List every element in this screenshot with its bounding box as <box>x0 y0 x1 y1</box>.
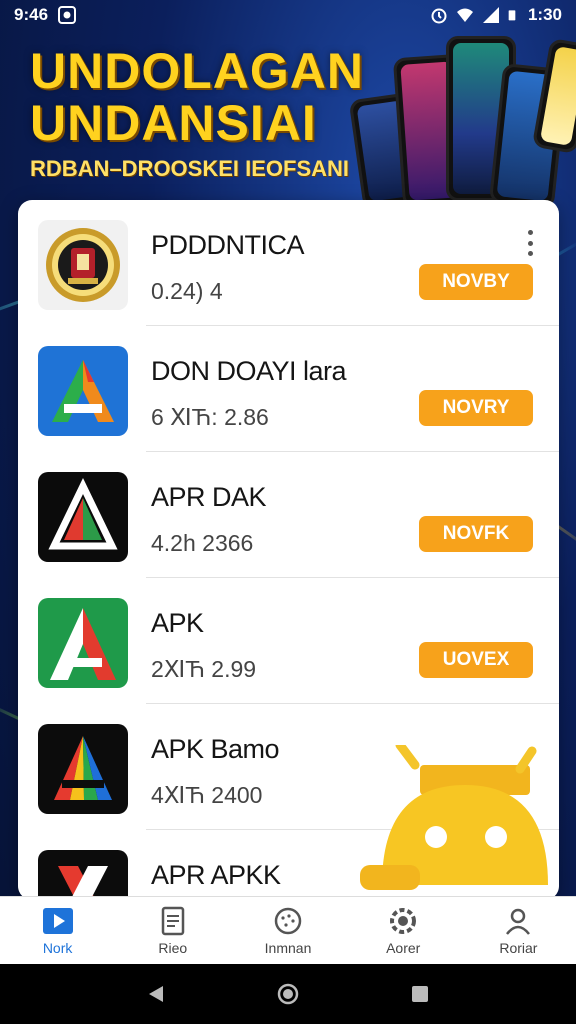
recents-icon[interactable] <box>409 983 431 1005</box>
android-mascot-icon <box>360 745 548 890</box>
app-row[interactable]: APK 2ⅪЋ 2.99 UOVEX <box>18 578 559 704</box>
nav-label: Nork <box>42 939 73 956</box>
app-name: DON DOAYI lara <box>151 356 347 386</box>
more-options-icon[interactable] <box>525 230 535 256</box>
bottom-navigation: Nork Rieo Inmnan Aorer Roriar <box>0 896 576 964</box>
multicolor-a-icon <box>38 346 128 436</box>
nav-label: Roriar <box>499 939 538 956</box>
app-row[interactable]: DON DOAYI lara 6 ⅪЋ: 2.86 NOVRY <box>18 326 559 452</box>
app-name: APK <box>151 608 204 638</box>
hero-title-line2: UNDANSIAI <box>30 95 317 151</box>
black-a-icon <box>38 472 128 562</box>
person-icon <box>506 908 531 935</box>
install-button[interactable]: UOVEX <box>419 642 533 678</box>
signal-icon <box>482 7 499 23</box>
app-meta: 4.2h 2366 <box>151 530 254 556</box>
play-store-icon <box>42 907 73 934</box>
hero-title-line1: UNDOLAGAN <box>30 43 364 99</box>
alarm-icon <box>431 8 447 24</box>
nav-item-profile[interactable]: Roriar <box>461 897 576 964</box>
app-name: APR DAK <box>151 482 267 512</box>
app-meta: 6 ⅪЋ: 2.86 <box>151 404 269 430</box>
document-icon <box>161 906 185 935</box>
battery-icon <box>508 10 516 21</box>
install-button[interactable]: NOVRY <box>419 390 533 426</box>
nav-item-settings[interactable]: Aorer <box>346 897 461 964</box>
system-navigation-bar <box>0 964 576 1024</box>
dotted-circle-icon <box>274 907 302 934</box>
status-right-time: 1:30 <box>527 5 562 24</box>
status-bar: 9:46 1:30 <box>0 0 576 30</box>
install-button[interactable]: NOVBY <box>419 264 533 300</box>
home-icon[interactable] <box>277 983 299 1005</box>
app-name: APR APKK <box>151 860 281 890</box>
app-row[interactable]: APR DAK 4.2h 2366 NOVFK <box>18 452 559 578</box>
green-red-a-icon <box>38 598 128 688</box>
nav-item-explore[interactable]: Inmnan <box>230 897 345 964</box>
gear-icon <box>390 907 417 934</box>
red-x-icon <box>38 850 128 900</box>
app-meta: 2ⅪЋ 2.99 <box>151 656 257 682</box>
hero-subtitle: RDBAN–DROOSKEI IEOFSANI <box>30 156 350 181</box>
app-row[interactable]: PDDDNTICA 0.24) 4 NOVBY <box>18 200 559 326</box>
app-meta: 4ⅪЋ 2400 <box>151 782 263 808</box>
rainbow-a-icon <box>38 724 128 814</box>
back-icon[interactable] <box>145 983 167 1005</box>
nav-item-docs[interactable]: Rieo <box>115 897 230 964</box>
status-time: 9:46 <box>14 5 49 24</box>
wifi-icon <box>456 8 473 22</box>
phones-illustration <box>346 36 576 210</box>
nav-label: Aorer <box>386 939 421 956</box>
hero-banner: UNDOLAGAN UNDANSIAI RDBAN–DROOSKEI IEOFS… <box>0 36 576 210</box>
nav-label: Inmnan <box>264 939 312 956</box>
nav-label: Rieo <box>158 939 188 956</box>
emblem-badge-icon <box>38 220 128 310</box>
app-meta: 0.24) 4 <box>151 278 223 304</box>
app-name: PDDDNTICA <box>151 230 305 260</box>
install-button[interactable]: NOVFK <box>419 516 533 552</box>
notification-icon <box>58 6 77 24</box>
nav-item-home[interactable]: Nork <box>0 897 115 964</box>
app-name: APK Bamo <box>151 734 280 764</box>
